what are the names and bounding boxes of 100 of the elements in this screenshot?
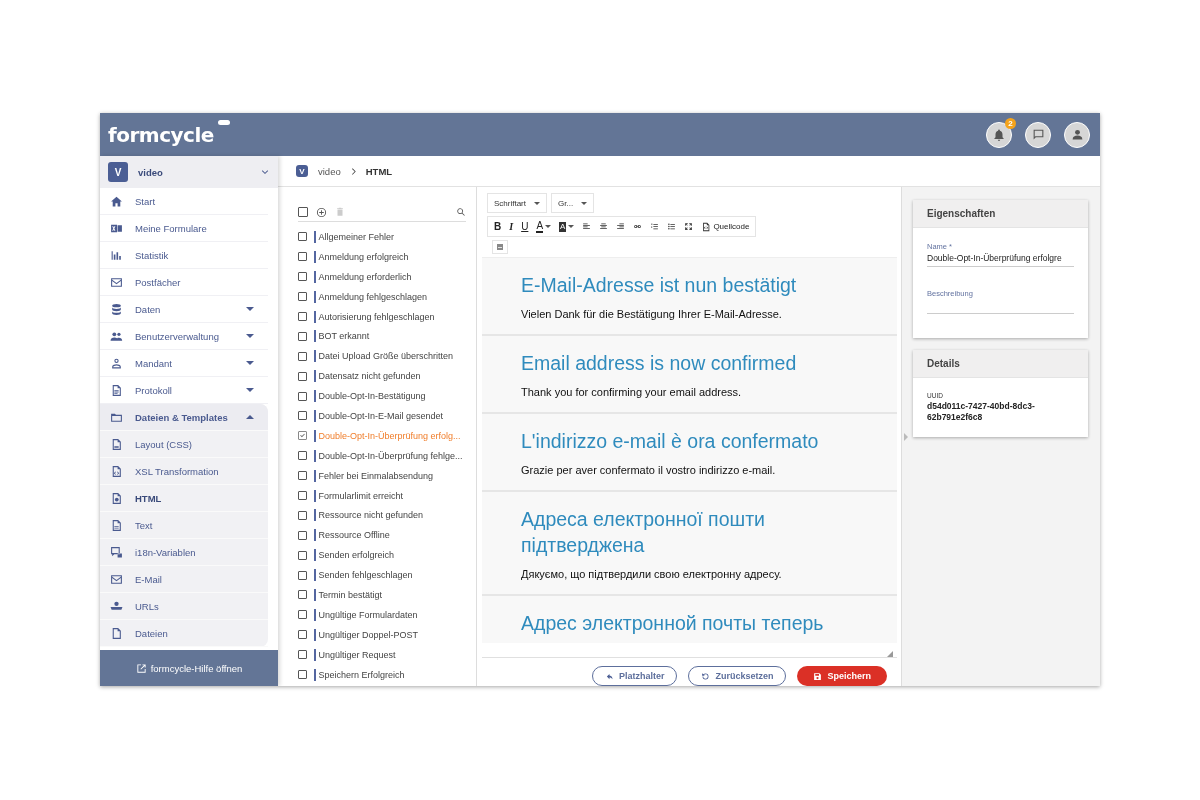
nav-item[interactable]: Layout (CSS) — [100, 431, 268, 458]
nav-item[interactable]: E-Mail — [100, 566, 268, 593]
template-item[interactable]: Anmeldung fehlgeschlagen — [298, 286, 466, 307]
nav-item[interactable]: Dateien — [100, 620, 268, 647]
nav-item[interactable]: Postfächer — [100, 269, 268, 296]
select-all-checkbox[interactable] — [298, 207, 308, 217]
checkbox[interactable] — [298, 550, 307, 560]
nav-item[interactable]: URLs — [100, 593, 268, 620]
checkbox[interactable] — [298, 371, 307, 381]
nav-item[interactable]: Statistik — [100, 242, 268, 269]
card-title: Eigenschaften — [913, 200, 1088, 228]
caret-icon — [581, 201, 588, 205]
chat-button[interactable] — [1025, 121, 1051, 148]
checkbox[interactable] — [298, 272, 307, 282]
checkbox[interactable] — [298, 491, 307, 500]
heading: Email address is now confirmed — [521, 351, 798, 376]
template-button[interactable] — [492, 240, 508, 254]
bell-icon — [992, 127, 1006, 142]
template-item[interactable]: Ungültige Formulardaten — [298, 604, 466, 625]
highlight-color-button[interactable]: A — [556, 219, 578, 234]
template-item[interactable]: Formularlimit erreicht — [298, 485, 466, 506]
checkbox[interactable] — [298, 610, 307, 620]
checkbox[interactable] — [298, 232, 307, 242]
nav-item[interactable]: HTML — [100, 485, 268, 512]
placeholder-button[interactable]: Platzhalter — [591, 666, 678, 686]
template-item[interactable]: Double-Opt-In-Bestätigung — [298, 386, 466, 406]
checkbox[interactable] — [298, 331, 307, 341]
nav-item[interactable]: Start — [100, 188, 268, 215]
external-link-icon — [135, 662, 147, 674]
checkbox[interactable] — [298, 292, 307, 302]
nav-item[interactable]: Meine Formulare — [100, 215, 268, 242]
undo-icon — [701, 671, 711, 681]
template-item[interactable]: Ungültiger Doppel-POST — [298, 624, 466, 645]
template-item[interactable]: Termin bestätigt — [298, 585, 466, 605]
uuid-value: d54d011c-7427-40bd-8dc3-62b791e2f6c8 — [927, 401, 1036, 423]
template-item[interactable]: Anmeldung erforderlich — [298, 266, 466, 287]
template-item[interactable]: Fehler bei Einmalabsendung — [298, 465, 466, 486]
heading: L'indirizzo e-mail è ora confermato — [521, 429, 820, 454]
check-icon — [299, 432, 306, 440]
resize-handle-icon[interactable] — [887, 651, 893, 657]
underline-button[interactable]: U — [518, 219, 532, 234]
nav-item[interactable]: Daten — [100, 296, 268, 323]
template-item[interactable]: BOT erkannt — [298, 326, 466, 347]
checkbox[interactable] — [298, 590, 307, 600]
editor-content[interactable] — [482, 257, 897, 643]
source-code-button[interactable]: Quellcode — [698, 219, 753, 234]
font-dropdown[interactable]: Schriftart — [487, 193, 547, 213]
save-button[interactable]: Speichern — [797, 666, 887, 686]
italic-button[interactable]: I — [506, 219, 517, 234]
nav-item[interactable]: i18n-Variablen — [100, 539, 268, 566]
checkbox[interactable] — [298, 670, 307, 680]
checkbox[interactable] — [298, 510, 307, 520]
template-item[interactable]: Datensatz nicht gefunden — [298, 366, 466, 387]
user-button[interactable] — [1064, 121, 1090, 148]
template-item[interactable]: Double-Opt-In-E-Mail gesendet — [298, 406, 466, 426]
home-icon — [110, 194, 123, 208]
bold-button[interactable]: B — [491, 219, 505, 234]
template-item[interactable]: Senden erfolgreich — [298, 545, 466, 566]
template-item[interactable]: Double-Opt-In-Überprüfung fehlge... — [298, 445, 466, 466]
checkbox[interactable] — [298, 391, 307, 401]
template-item[interactable]: Datei Upload Größe überschritten — [298, 346, 466, 367]
heading: E-Mail-Adresse ist nun bestätigt — [521, 273, 798, 298]
checkbox[interactable] — [298, 530, 307, 540]
font-dropdown[interactable]: Gr... — [551, 193, 595, 213]
checkbox[interactable] — [298, 451, 307, 461]
chevron-down-icon — [260, 167, 270, 177]
checkbox[interactable] — [298, 570, 307, 580]
checkbox[interactable] — [298, 411, 307, 421]
code-file-icon — [110, 464, 123, 478]
nav-item[interactable]: XSL Transformation — [100, 458, 268, 485]
checkbox[interactable] — [298, 650, 307, 660]
checkbox[interactable] — [298, 351, 307, 361]
nav-item[interactable]: Dateien & Templates — [100, 404, 268, 431]
bullet-list-icon — [667, 222, 677, 231]
nav-item[interactable]: Text — [100, 512, 268, 539]
nav-item[interactable]: Mandant — [100, 350, 268, 377]
text-color-button[interactable]: A — [533, 219, 555, 234]
checkbox[interactable] — [298, 312, 307, 321]
notification-count: 2 — [1005, 117, 1016, 129]
template-item[interactable]: Ressource Offline — [298, 525, 466, 546]
checkbox[interactable] — [298, 252, 307, 262]
app-logo[interactable]: formcycle — [108, 122, 214, 147]
template-item[interactable]: Autorisierung fehlgeschlagen — [298, 306, 466, 327]
template-item[interactable]: Ungültiger Request — [298, 644, 466, 665]
template-item[interactable]: Ressource nicht gefunden — [298, 505, 466, 526]
nav-item[interactable]: Benutzerverwaltung — [100, 323, 268, 350]
breadcrumb-item[interactable]: video — [318, 165, 341, 177]
checkbox[interactable] — [298, 630, 307, 640]
template-item[interactable]: Speichern Erfolgreich — [298, 664, 466, 685]
search-icon[interactable] — [456, 207, 466, 217]
checkbox[interactable] — [298, 431, 307, 441]
database-icon — [110, 302, 123, 316]
checkbox[interactable] — [298, 471, 307, 481]
client-selector[interactable]: V video — [100, 156, 278, 188]
version-badge-icon — [217, 119, 230, 125]
align-left-icon — [582, 222, 592, 231]
reset-button[interactable]: Zurücksetzen — [688, 666, 787, 686]
template-item[interactable]: Anmeldung erfolgreich — [298, 246, 466, 267]
template-item[interactable]: Senden fehlgeschlagen — [298, 565, 466, 586]
template-item[interactable]: Allgemeiner Fehler — [298, 227, 466, 247]
